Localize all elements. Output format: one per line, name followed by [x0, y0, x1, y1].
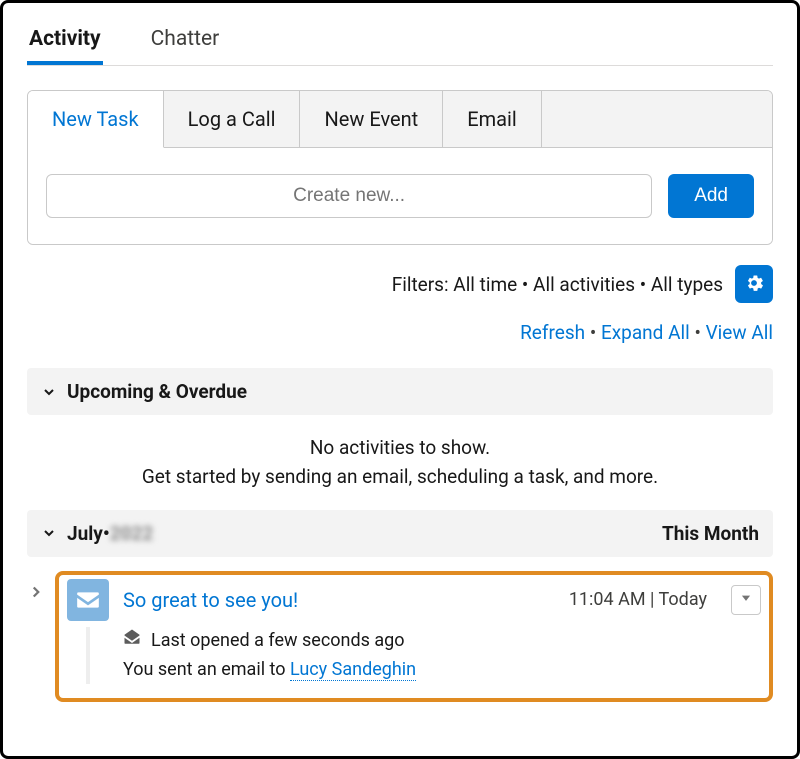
- sent-to-line: You sent an email to Lucy Sandeghin: [123, 656, 761, 685]
- expand-item-button[interactable]: [27, 583, 45, 605]
- activity-composer: New Task Log a Call New Event Email Add: [27, 90, 773, 245]
- separator: •: [590, 321, 601, 344]
- composer-tab-new-event[interactable]: New Event: [300, 91, 443, 148]
- separator: •: [694, 321, 705, 344]
- create-subject-input[interactable]: [46, 174, 652, 218]
- composer-tabs: New Task Log a Call New Event Email: [28, 91, 772, 148]
- composer-tab-filler: [542, 91, 772, 148]
- filters-summary: Filters: All time • All activities • All…: [392, 273, 723, 296]
- composer-tab-new-task[interactable]: New Task: [28, 91, 164, 148]
- opened-envelope-icon: [123, 627, 141, 656]
- caret-down-icon: [739, 590, 753, 609]
- main-tabs: Activity Chatter: [27, 15, 773, 66]
- sent-prefix: You sent an email to: [123, 659, 290, 680]
- month-header[interactable]: July • 2022 This Month: [27, 510, 773, 557]
- empty-line1: No activities to show.: [27, 433, 773, 462]
- upcoming-overdue-header[interactable]: Upcoming & Overdue: [27, 368, 773, 415]
- composer-tab-log-call[interactable]: Log a Call: [164, 91, 301, 148]
- email-icon: [67, 579, 109, 621]
- month-label: July: [67, 522, 103, 545]
- timeline-settings-button[interactable]: [735, 265, 773, 303]
- email-subject-link[interactable]: So great to see you!: [123, 588, 298, 612]
- upcoming-overdue-title: Upcoming & Overdue: [67, 380, 247, 403]
- tab-chatter[interactable]: Chatter: [149, 15, 222, 65]
- timeline-item-header: So great to see you! 11:04 AM | Today: [67, 579, 761, 621]
- refresh-link[interactable]: Refresh: [520, 321, 585, 344]
- month-dot: •: [103, 522, 110, 545]
- recipient-link[interactable]: Lucy Sandeghin: [290, 659, 416, 681]
- empty-line2: Get started by sending an email, schedul…: [27, 462, 773, 491]
- item-actions-menu[interactable]: [731, 585, 761, 615]
- gear-icon: [744, 273, 764, 296]
- composer-tab-email[interactable]: Email: [443, 91, 542, 148]
- composer-body: Add: [28, 148, 772, 244]
- month-year-redacted: 2022: [110, 522, 154, 545]
- upcoming-empty-state: No activities to show. Get started by se…: [27, 433, 773, 492]
- timeline-item-body: Last opened a few seconds ago You sent a…: [86, 627, 761, 685]
- tab-activity[interactable]: Activity: [27, 15, 103, 65]
- view-all-link[interactable]: View All: [706, 321, 773, 344]
- last-opened-text: Last opened a few seconds ago: [151, 627, 405, 656]
- item-timestamp: 11:04 AM | Today: [569, 589, 707, 610]
- filters-row: Filters: All time • All activities • All…: [27, 265, 773, 303]
- chevron-down-icon: [41, 384, 57, 400]
- month-right-label: This Month: [662, 522, 759, 545]
- timeline-links: Refresh • Expand All • View All: [27, 321, 773, 344]
- last-opened-line: Last opened a few seconds ago: [123, 627, 761, 656]
- timeline-item-highlight: So great to see you! 11:04 AM | Today La…: [55, 571, 773, 703]
- chevron-down-icon: [41, 525, 57, 541]
- expand-all-link[interactable]: Expand All: [601, 321, 690, 344]
- timeline-item-row: So great to see you! 11:04 AM | Today La…: [27, 571, 773, 703]
- add-button[interactable]: Add: [668, 174, 754, 218]
